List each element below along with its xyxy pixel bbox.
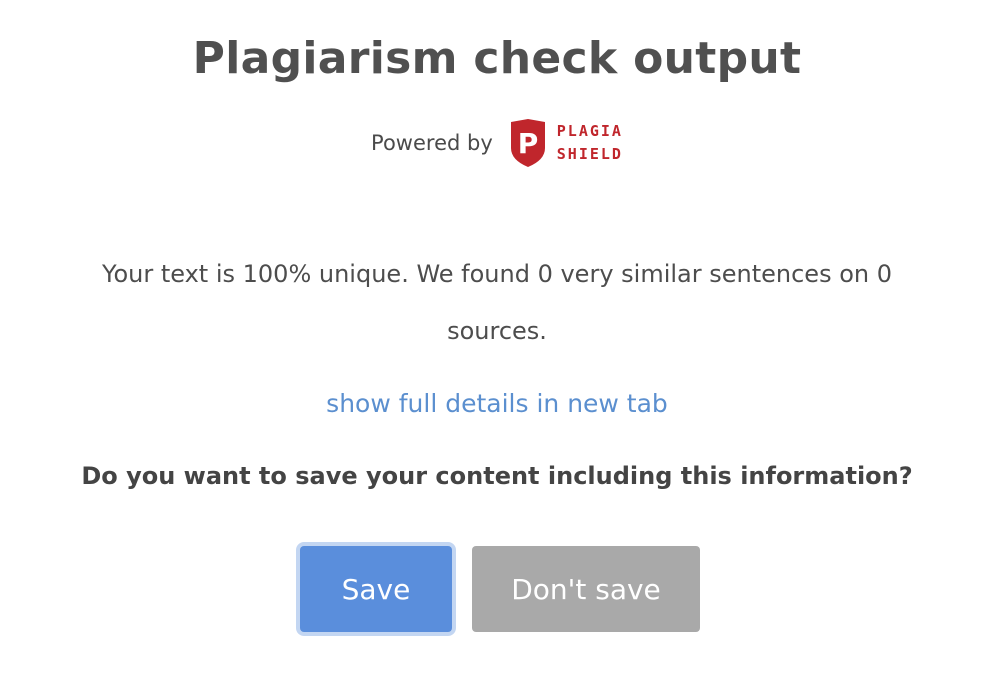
plagiarism-check-dialog: Plagiarism check output Powered by P PLA… [0,0,994,680]
plagiashield-logo: P PLAGIA SHIELD [507,118,623,168]
result-message: Your text is 100% unique. We found 0 ver… [101,260,892,345]
dont-save-button[interactable]: Don't save [472,546,700,632]
dialog-title: Plagiarism check output [192,33,802,84]
save-question: Do you want to save your content includi… [81,462,913,490]
powered-by-row: Powered by P PLAGIA SHIELD [0,118,994,168]
logo-word-plagia: PLAGIA [556,122,623,140]
logo-wordmark: PLAGIA SHIELD [557,120,623,166]
powered-by-label: Powered by [371,131,493,155]
plagiashield-shield-icon: P [510,119,545,167]
logo-word-shield: SHIELD [556,145,623,163]
show-details-link[interactable]: show full details in new tab [0,384,994,424]
logo-letter: P [518,127,539,160]
button-row: Save Don't save [0,546,994,632]
save-button[interactable]: Save [300,546,452,632]
